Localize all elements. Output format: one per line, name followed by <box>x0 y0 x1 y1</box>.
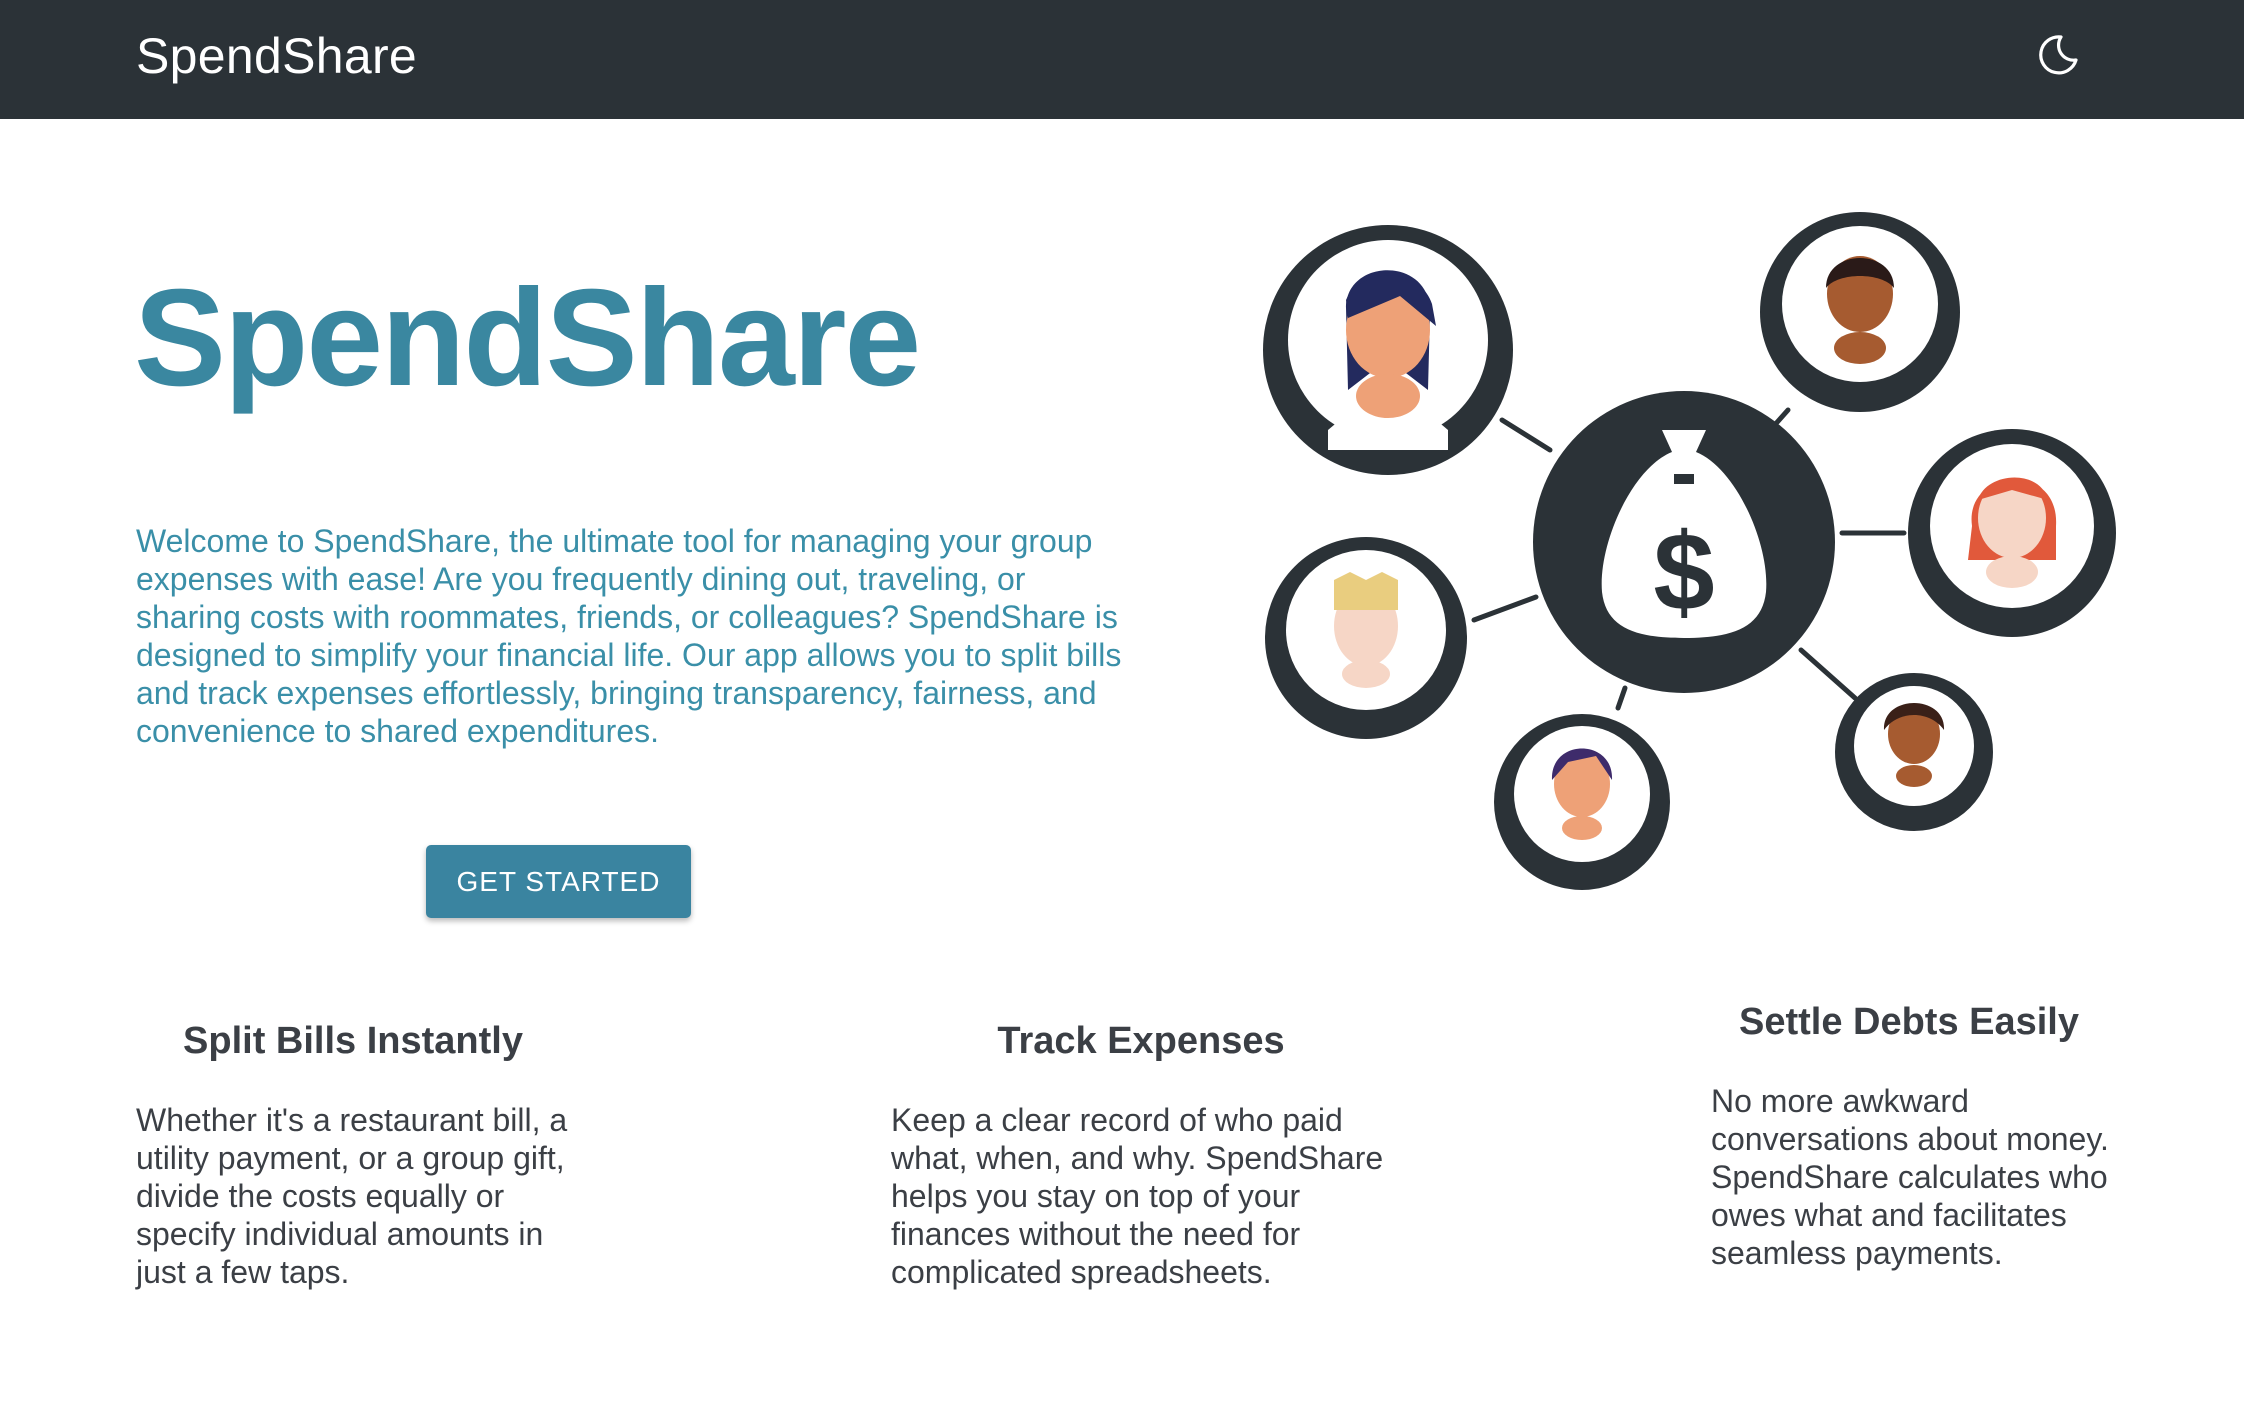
money-bag-icon: $ <box>1533 391 1835 693</box>
feature-title-track-expenses: Track Expenses <box>997 1020 1285 1062</box>
feature-title-settle-debts: Settle Debts Easily <box>1738 1001 2080 1043</box>
person-avatar-icon <box>1835 673 1993 831</box>
person-avatar-icon <box>1265 537 1467 739</box>
feature-text-track-expenses: Keep a clear record of who paid what, wh… <box>891 1102 1384 1290</box>
money-bag-network-icon: $ <box>1263 212 2116 890</box>
moon-icon[interactable] <box>2036 33 2080 77</box>
feature-title-split-bills: Split Bills Instantly <box>183 1020 523 1062</box>
person-avatar-icon <box>1908 429 2116 637</box>
svg-text:$: $ <box>1653 511 1714 634</box>
get-started-button[interactable]: GET STARTED <box>426 845 691 918</box>
top-navbar: SpendShare <box>0 0 2244 119</box>
person-avatar-icon <box>1760 212 1960 412</box>
feature-text-split-bills: Whether it's a restaurant bill, a utilit… <box>136 1102 568 1290</box>
hero-title: SpendShare <box>134 261 921 415</box>
feature-text-settle-debts: No more awkward conversations about mone… <box>1711 1083 2109 1271</box>
hero-description: Welcome to SpendShare, the ultimate tool… <box>136 523 1122 749</box>
brand-logo-text[interactable]: SpendShare <box>136 26 417 86</box>
person-avatar-icon <box>1263 225 1513 475</box>
person-avatar-icon <box>1494 714 1670 890</box>
